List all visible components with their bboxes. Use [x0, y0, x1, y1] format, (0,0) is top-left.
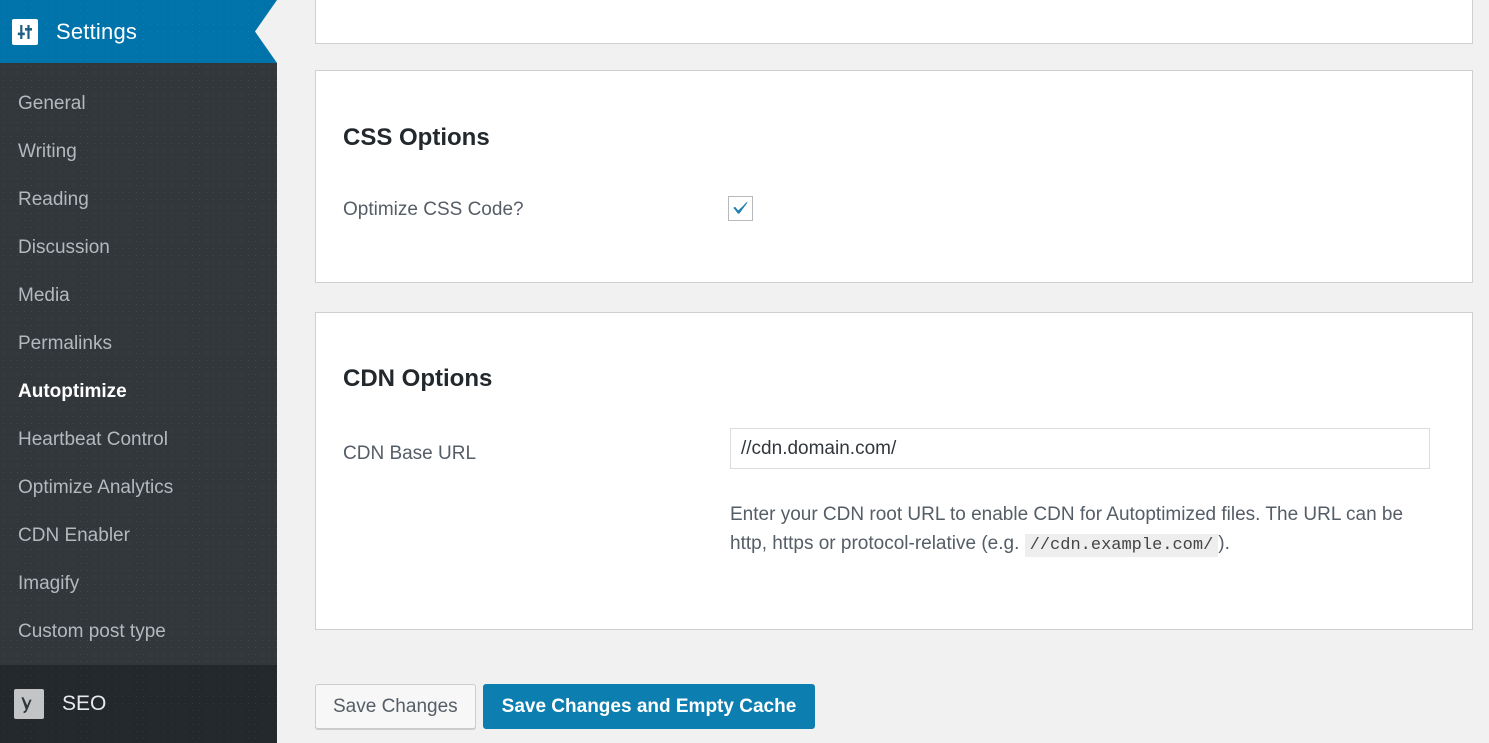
sidebar-header-title: Settings — [56, 18, 138, 44]
sidebar-item-imagify[interactable]: Imagify — [0, 559, 277, 607]
sidebar-item-heartbeat-control[interactable]: Heartbeat Control — [0, 415, 277, 463]
sidebar-item-seo-label: SEO — [62, 692, 107, 715]
cdn-options-title: CDN Options — [343, 364, 493, 392]
cdn-options-panel: CDN Options CDN Base URL Enter your CDN … — [315, 312, 1473, 630]
css-options-title: CSS Options — [343, 123, 490, 151]
sidebar-item-permalinks[interactable]: Permalinks — [0, 319, 277, 367]
sidebar-item-media[interactable]: Media — [0, 271, 277, 319]
cdn-base-url-input[interactable] — [730, 428, 1430, 469]
panel-above-cut-off — [315, 0, 1473, 44]
save-changes-and-empty-cache-button[interactable]: Save Changes and Empty Cache — [482, 684, 816, 729]
cdn-description-text-part2: ). — [1218, 533, 1230, 555]
cdn-base-url-description: Enter your CDN root URL to enable CDN fo… — [730, 500, 1430, 560]
sidebar-item-discussion[interactable]: Discussion — [0, 223, 277, 271]
sidebar-item-general[interactable]: General — [0, 79, 277, 127]
optimize-css-checkbox[interactable] — [728, 196, 753, 221]
sidebar-item-cdn-enabler[interactable]: CDN Enabler — [0, 511, 277, 559]
sidebar-item-optimize-analytics[interactable]: Optimize Analytics — [0, 463, 277, 511]
admin-sidebar: Settings General Writing Reading Discuss… — [0, 0, 277, 743]
settings-sliders-icon — [12, 18, 38, 45]
sidebar-item-custom-post-type[interactable]: Custom post type — [0, 607, 277, 655]
sidebar-item-reading[interactable]: Reading — [0, 175, 277, 223]
cdn-base-url-label: CDN Base URL — [343, 443, 477, 464]
form-actions: Save Changes Save Changes and Empty Cach… — [315, 684, 816, 729]
main-content: CSS Options Optimize CSS Code? CDN Optio… — [277, 0, 1489, 743]
css-options-panel: CSS Options Optimize CSS Code? — [315, 70, 1473, 283]
yoast-seo-icon — [14, 689, 44, 719]
cdn-description-example-code: //cdn.example.com/ — [1024, 534, 1219, 558]
save-changes-button[interactable]: Save Changes — [315, 684, 476, 729]
sidebar-header: Settings — [0, 0, 277, 63]
sidebar-menu: General Writing Reading Discussion Media… — [0, 63, 277, 655]
settings-page: Settings General Writing Reading Discuss… — [0, 0, 1489, 743]
sidebar-item-seo[interactable]: SEO — [0, 665, 277, 743]
sidebar-item-autoptimize[interactable]: Autoptimize — [0, 367, 277, 415]
optimize-css-label: Optimize CSS Code? — [343, 199, 524, 220]
sidebar-item-writing[interactable]: Writing — [0, 127, 277, 175]
